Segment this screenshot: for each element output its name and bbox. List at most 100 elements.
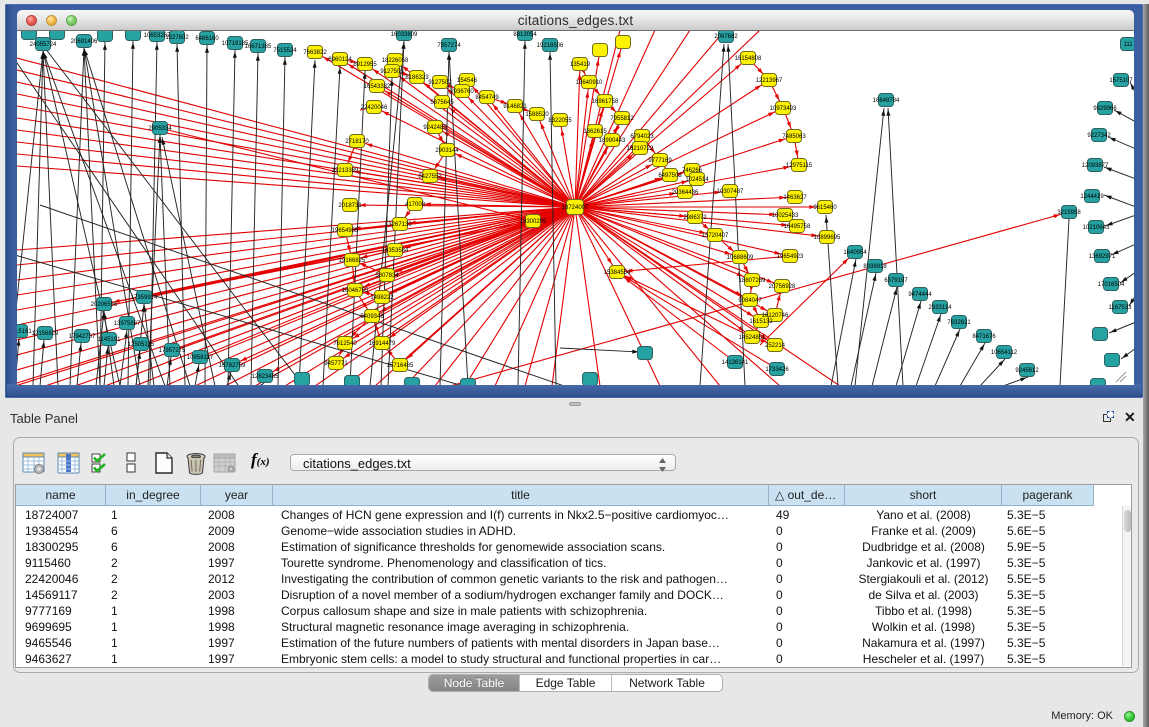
svg-text:1588520: 1588520	[525, 112, 549, 118]
svg-text:8912955: 8912955	[353, 62, 377, 68]
svg-text:10025433: 10025433	[772, 213, 799, 219]
svg-text:8960124: 8960124	[328, 57, 352, 63]
svg-text:7632621: 7632621	[947, 320, 971, 326]
svg-text:2903144: 2903144	[435, 148, 459, 154]
svg-text:6794023: 6794023	[630, 134, 654, 140]
svg-text:16914479: 16914479	[369, 341, 396, 347]
svg-text:10688609: 10688609	[727, 255, 754, 261]
svg-text:417008: 417008	[405, 202, 426, 208]
svg-text:9242485: 9242485	[423, 125, 447, 131]
svg-text:10973493: 10973493	[770, 106, 797, 112]
svg-text:1145191: 1145191	[98, 337, 122, 343]
svg-text:3915161: 3915161	[17, 329, 32, 335]
svg-text:8471676: 8471676	[972, 334, 996, 340]
svg-text:18724007: 18724007	[562, 205, 589, 211]
svg-text:7663822: 7663822	[303, 50, 327, 56]
svg-text:1498222: 1498222	[370, 295, 394, 301]
svg-text:12213967: 12213967	[756, 78, 783, 84]
svg-text:9084047: 9084047	[738, 298, 762, 304]
svg-text:1024514: 1024514	[685, 177, 709, 183]
svg-text:6466160: 6466160	[195, 36, 219, 42]
svg-text:1244419: 1244419	[1080, 194, 1104, 200]
svg-text:20756928: 20756928	[769, 284, 796, 290]
svg-text:8322055: 8322055	[548, 118, 572, 124]
svg-text:12505135: 12505135	[128, 342, 155, 348]
svg-text:19218506: 19218506	[537, 43, 564, 49]
svg-text:9329966: 9329966	[1093, 106, 1117, 112]
svg-text:20691406: 20691406	[71, 39, 98, 45]
svg-text:10210643: 10210643	[1083, 225, 1110, 231]
svg-text:1463627: 1463627	[783, 195, 807, 201]
svg-text:8186323: 8186323	[405, 75, 429, 81]
svg-text:15384554: 15384554	[604, 270, 631, 276]
svg-text:17957275: 17957275	[159, 348, 186, 354]
svg-text:12975115: 12975115	[786, 163, 813, 169]
svg-text:135419: 135419	[570, 62, 591, 68]
svg-text:17359914: 17359914	[131, 295, 158, 301]
svg-text:3267130: 3267130	[388, 222, 412, 228]
svg-text:7955812: 7955812	[610, 116, 634, 122]
svg-text:16046785: 16046785	[342, 288, 369, 294]
svg-text:18640910: 18640910	[576, 80, 603, 86]
svg-text:18226058: 18226058	[382, 58, 409, 64]
svg-text:14524851: 14524851	[739, 335, 766, 341]
svg-text:9127502: 9127502	[428, 80, 452, 86]
svg-text:2018731: 2018731	[338, 203, 362, 209]
svg-text:16648784: 16648784	[873, 98, 900, 104]
svg-text:9227342: 9227342	[1087, 133, 1111, 139]
svg-text:7485063: 7485063	[782, 134, 806, 140]
svg-text:111: 111	[1123, 42, 1133, 48]
svg-text:10958117: 10958117	[187, 355, 214, 361]
svg-text:16154808: 16154808	[735, 56, 762, 62]
svg-text:16782759: 16782759	[219, 363, 246, 369]
svg-text:1615132: 1615132	[749, 319, 773, 325]
svg-text:1362615: 1362615	[583, 129, 607, 135]
svg-text:19654923: 19654923	[777, 254, 804, 260]
svg-text:1640954: 1640954	[843, 250, 867, 256]
svg-text:12823485: 12823485	[252, 374, 279, 380]
svg-text:6379197: 6379197	[884, 278, 908, 284]
svg-text:8454749: 8454749	[475, 95, 499, 101]
svg-text:18807289: 18807289	[739, 278, 766, 284]
svg-text:18990443: 18990443	[599, 138, 626, 144]
svg-text:8427552: 8427552	[418, 174, 442, 180]
svg-text:15720407: 15720407	[702, 233, 729, 239]
svg-text:9777169: 9777169	[648, 158, 672, 164]
svg-text:15716485: 15716485	[387, 363, 414, 369]
svg-text:252214: 252214	[765, 343, 786, 349]
svg-text:6497503: 6497503	[658, 173, 682, 179]
svg-text:9127508: 9127508	[380, 69, 404, 75]
svg-text:17942737: 17942737	[69, 334, 96, 340]
svg-text:16543382: 16543382	[364, 84, 391, 90]
svg-text:10899695: 10899695	[814, 235, 841, 241]
svg-text:9474444: 9474444	[908, 292, 932, 298]
svg-text:2986372: 2986372	[683, 215, 707, 221]
svg-text:12156829: 12156829	[32, 331, 59, 337]
svg-text:1575107: 1575107	[1109, 78, 1133, 84]
svg-text:16495758: 16495758	[784, 224, 811, 230]
svg-text:2933114: 2933114	[929, 305, 953, 311]
svg-text:9245612: 9245612	[1015, 368, 1039, 374]
svg-text:9146821: 9146821	[503, 104, 527, 110]
svg-text:7612540: 7612540	[333, 341, 357, 347]
svg-text:19654985: 19654985	[332, 228, 359, 234]
svg-text:22420046: 22420046	[361, 105, 388, 111]
svg-text:16961758: 16961758	[592, 99, 619, 105]
svg-text:10654112: 10654112	[991, 350, 1018, 356]
svg-text:1167533: 1167533	[1109, 305, 1133, 311]
svg-text:5409348: 5409348	[360, 314, 384, 320]
svg-text:8938918: 8938918	[863, 264, 887, 270]
svg-text:2936760: 2936760	[450, 89, 474, 95]
svg-text:24055724: 24055724	[30, 42, 57, 48]
svg-text:7515524: 7515524	[273, 48, 297, 54]
svg-text:2087682: 2087682	[714, 34, 738, 40]
svg-text:17016504: 17016504	[1098, 282, 1125, 288]
svg-text:8813054: 8813054	[513, 32, 537, 38]
svg-text:3215958: 3215958	[1057, 210, 1081, 216]
svg-text:5807834: 5807834	[375, 273, 399, 279]
svg-text:18300295: 18300295	[520, 219, 547, 225]
svg-text:14353584: 14353584	[382, 248, 409, 254]
svg-text:9615460: 9615460	[813, 205, 837, 211]
svg-text:12213389: 12213389	[332, 168, 359, 174]
svg-text:154546: 154546	[457, 78, 478, 84]
